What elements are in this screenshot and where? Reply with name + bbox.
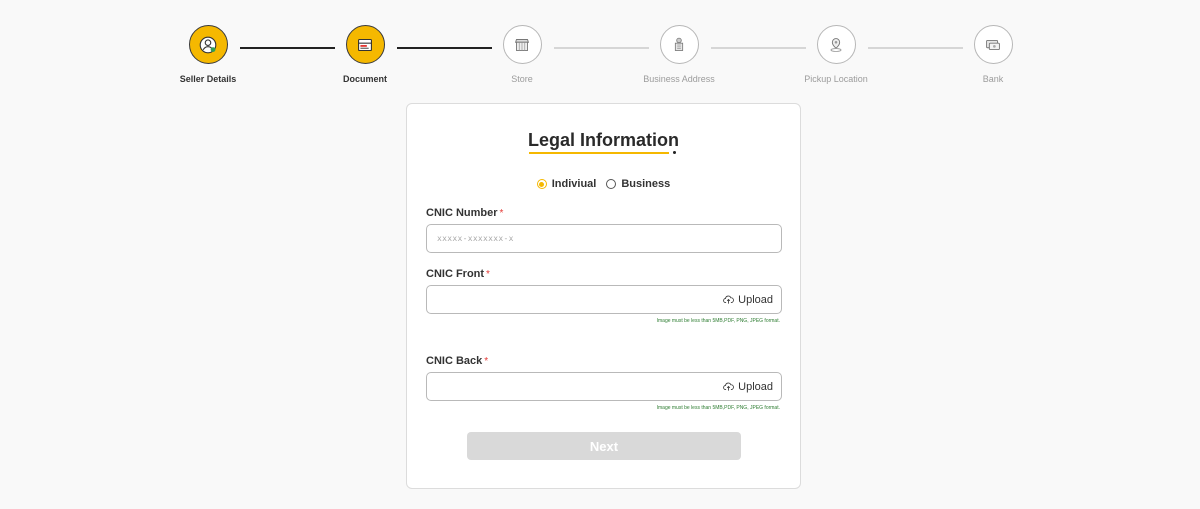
- step-bank[interactable]: Bank: [923, 25, 1063, 84]
- document-icon: [358, 38, 372, 51]
- account-type-radio-group: Indiviual Business: [407, 178, 800, 190]
- upload-label: Upload: [738, 293, 773, 306]
- required-mark: *: [499, 208, 504, 219]
- upload-label: Upload: [738, 380, 773, 393]
- radio-label: Indiviual: [551, 178, 597, 190]
- step-store[interactable]: Store: [452, 25, 592, 84]
- cnic-front-upload-button[interactable]: Upload: [723, 286, 773, 313]
- step-label: Seller Details: [179, 74, 237, 84]
- step-label: Document: [342, 74, 387, 84]
- cloud-upload-icon: [723, 382, 734, 391]
- step-label: Bank: [982, 74, 1004, 84]
- radio-label: Business: [621, 178, 671, 190]
- seller-icon: [199, 36, 217, 53]
- radio-dot-icon: [606, 179, 617, 189]
- business-address-icon: [674, 37, 684, 51]
- cnic-back-label: CNIC Back *: [426, 355, 488, 367]
- step-label: Store: [511, 74, 533, 84]
- step-circle: [502, 25, 542, 64]
- title-underline-dot: [673, 151, 676, 154]
- step-circle: [816, 25, 856, 64]
- step-label: Business Address: [643, 74, 715, 84]
- step-circle: [659, 25, 699, 64]
- cnic-back-upload-button[interactable]: Upload: [723, 373, 773, 400]
- legal-information-card: Legal Information Indiviual Business CNI…: [406, 103, 801, 489]
- cnic-number-input[interactable]: [427, 225, 781, 252]
- cnic-front-label: CNIC Front *: [426, 268, 490, 280]
- step-circle: [973, 25, 1013, 64]
- step-circle: [188, 25, 228, 64]
- pickup-location-icon: [830, 37, 842, 52]
- radio-dot-icon: [536, 179, 547, 189]
- cnic-back-hint: Image must be less than 5MB,PDF, PNG, JP…: [656, 405, 780, 411]
- step-seller-details[interactable]: Seller Details: [138, 25, 278, 84]
- cnic-back-label-text: CNIC Back: [426, 355, 483, 367]
- cnic-front-upload-field[interactable]: Upload: [426, 285, 782, 314]
- radio-individual[interactable]: Indiviual: [536, 178, 597, 190]
- step-business-address[interactable]: Business Address: [609, 25, 749, 84]
- step-pickup-location[interactable]: Pickup Location: [766, 25, 906, 84]
- step-circle: [345, 25, 385, 64]
- next-button[interactable]: Next: [467, 432, 741, 460]
- store-icon: [514, 38, 530, 51]
- bank-icon: [986, 39, 1000, 50]
- radio-business[interactable]: Business: [606, 178, 670, 190]
- cnic-front-hint: Image must be less than 5MB,PDF, PNG, JP…: [656, 318, 780, 324]
- cnic-number-field: [426, 224, 782, 253]
- required-mark: *: [486, 269, 490, 280]
- form-title: Legal Information: [527, 130, 679, 150]
- cnic-front-label-text: CNIC Front: [426, 268, 485, 280]
- title-underline: [529, 152, 669, 154]
- progress-stepper: Seller Details Document Store Business A…: [0, 0, 1200, 95]
- cnic-number-label-text: CNIC Number: [426, 207, 498, 219]
- cloud-upload-icon: [723, 295, 734, 304]
- cnic-back-upload-field[interactable]: Upload: [426, 372, 782, 401]
- step-label: Pickup Location: [804, 74, 868, 84]
- cnic-number-label: CNIC Number *: [426, 207, 503, 219]
- required-mark: *: [484, 356, 489, 367]
- step-document[interactable]: Document: [295, 25, 435, 84]
